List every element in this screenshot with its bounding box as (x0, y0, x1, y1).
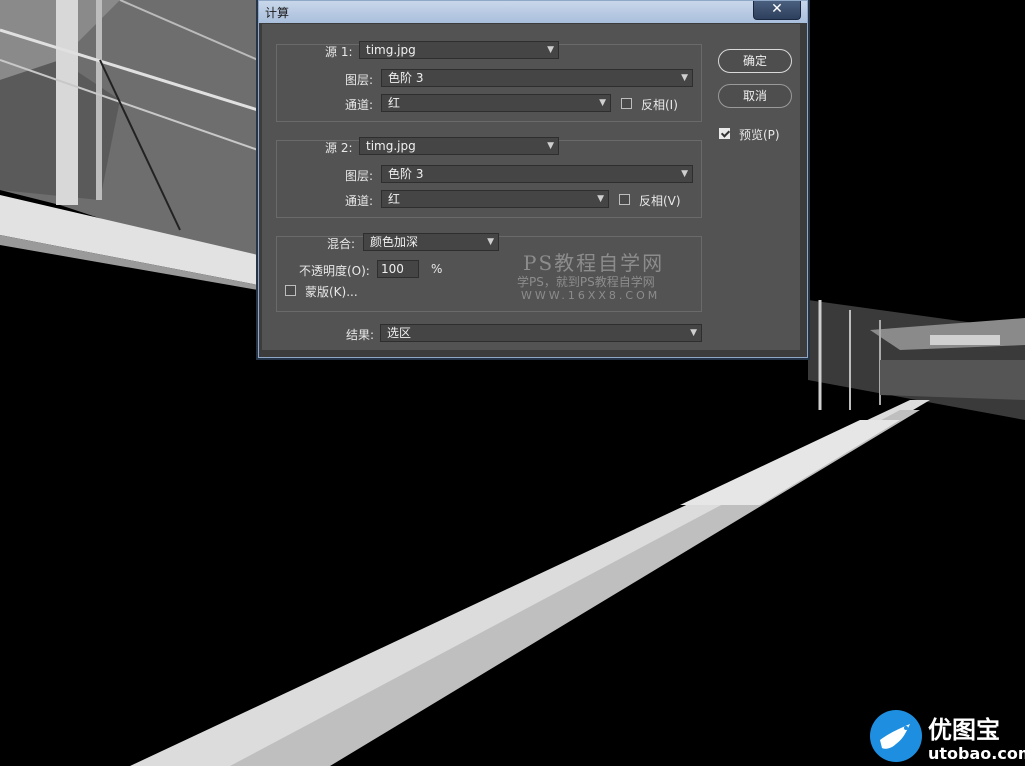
source2-file-select[interactable]: timg.jpg ▼ (359, 137, 559, 155)
chevron-down-icon: ▼ (599, 98, 606, 108)
source1-file-select[interactable]: timg.jpg ▼ (359, 41, 559, 59)
mask-checkbox[interactable] (285, 285, 296, 296)
chevron-down-icon: ▼ (681, 169, 688, 179)
source1-layer-label: 图层: (345, 73, 374, 87)
site-logo: 优图宝 utobao.com (868, 706, 1025, 766)
source2-layer-value: 色阶 3 (388, 167, 424, 181)
source1-group: 源 1: timg.jpg ▼ 图层: 色阶 3 ▼ 通道: 红 ▼ 反相(I) (276, 41, 702, 122)
source2-channel-label: 通道: (345, 194, 374, 208)
bird-icon (870, 710, 922, 762)
source2-invert-label[interactable]: 反相(V) (639, 192, 681, 209)
source1-invert-checkbox[interactable] (621, 98, 632, 109)
watermark-title: PS教程自学网 (523, 251, 665, 275)
source1-channel-select[interactable]: 红 ▼ (381, 94, 611, 112)
watermark-subtitle: 学PS，就到PS教程自学网 (517, 275, 655, 289)
watermark-url: WWW.16XX8.COM (521, 289, 661, 302)
source2-layer-select[interactable]: 色阶 3 ▼ (381, 165, 693, 183)
opacity-unit: % (431, 262, 443, 276)
chevron-down-icon: ▼ (690, 328, 697, 338)
opacity-input[interactable]: 100 (377, 260, 419, 278)
ok-button[interactable]: 确定 (718, 49, 792, 73)
blend-label: 混合: (327, 237, 356, 251)
close-button[interactable]: ✕ (753, 1, 801, 20)
source1-channel-label: 通道: (345, 98, 374, 112)
dialog-content: 源 1: timg.jpg ▼ 图层: 色阶 3 ▼ 通道: 红 ▼ 反相(I)… (262, 24, 800, 350)
source2-channel-value: 红 (388, 192, 401, 206)
dialog-title: 计算 (265, 6, 290, 20)
preview-checkbox[interactable] (719, 128, 730, 139)
source2-channel-select[interactable]: 红 ▼ (381, 190, 609, 208)
blend-mode-value: 颜色加深 (370, 235, 419, 249)
source2-invert-checkbox[interactable] (619, 194, 630, 205)
source1-layer-select[interactable]: 色阶 3 ▼ (381, 69, 693, 87)
source2-group: 源 2: timg.jpg ▼ 图层: 色阶 3 ▼ 通道: 红 ▼ 反相(V) (276, 137, 702, 218)
source2-label: 源 2: (325, 141, 353, 155)
source1-label: 源 1: (325, 45, 353, 59)
source1-layer-value: 色阶 3 (388, 71, 424, 85)
source1-file-value: timg.jpg (366, 43, 416, 57)
result-value: 选区 (387, 326, 412, 340)
mask-label[interactable]: 蒙版(K)... (305, 283, 358, 300)
site-logo-name: 优图宝 (928, 716, 1000, 744)
cancel-button[interactable]: 取消 (718, 84, 792, 108)
site-logo-domain: utobao.com (928, 744, 1025, 763)
preview-label[interactable]: 预览(P) (739, 126, 780, 143)
source2-file-value: timg.jpg (366, 139, 416, 153)
blend-mode-select[interactable]: 颜色加深 ▼ (363, 233, 499, 251)
chevron-down-icon: ▼ (681, 73, 688, 83)
chevron-down-icon: ▼ (597, 194, 604, 204)
source1-channel-value: 红 (388, 96, 401, 110)
chevron-down-icon: ▼ (487, 237, 494, 247)
result-select[interactable]: 选区 ▼ (380, 324, 702, 342)
calculations-dialog: 计算 ✕ 源 1: timg.jpg ▼ 图层: 色阶 3 ▼ 通道: 红 ▼ … (258, 0, 808, 358)
chevron-down-icon: ▼ (547, 45, 554, 55)
source1-invert-label[interactable]: 反相(I) (641, 96, 678, 113)
chevron-down-icon: ▼ (547, 141, 554, 151)
source2-layer-label: 图层: (345, 169, 374, 183)
opacity-label: 不透明度(O): (299, 264, 370, 278)
close-icon: ✕ (771, 1, 783, 17)
blending-group: 混合: 颜色加深 ▼ 不透明度(O): 100 % 蒙版(K)... PS教程自… (276, 233, 702, 312)
result-label: 结果: (346, 328, 375, 342)
dialog-titlebar[interactable]: 计算 ✕ (259, 1, 807, 23)
